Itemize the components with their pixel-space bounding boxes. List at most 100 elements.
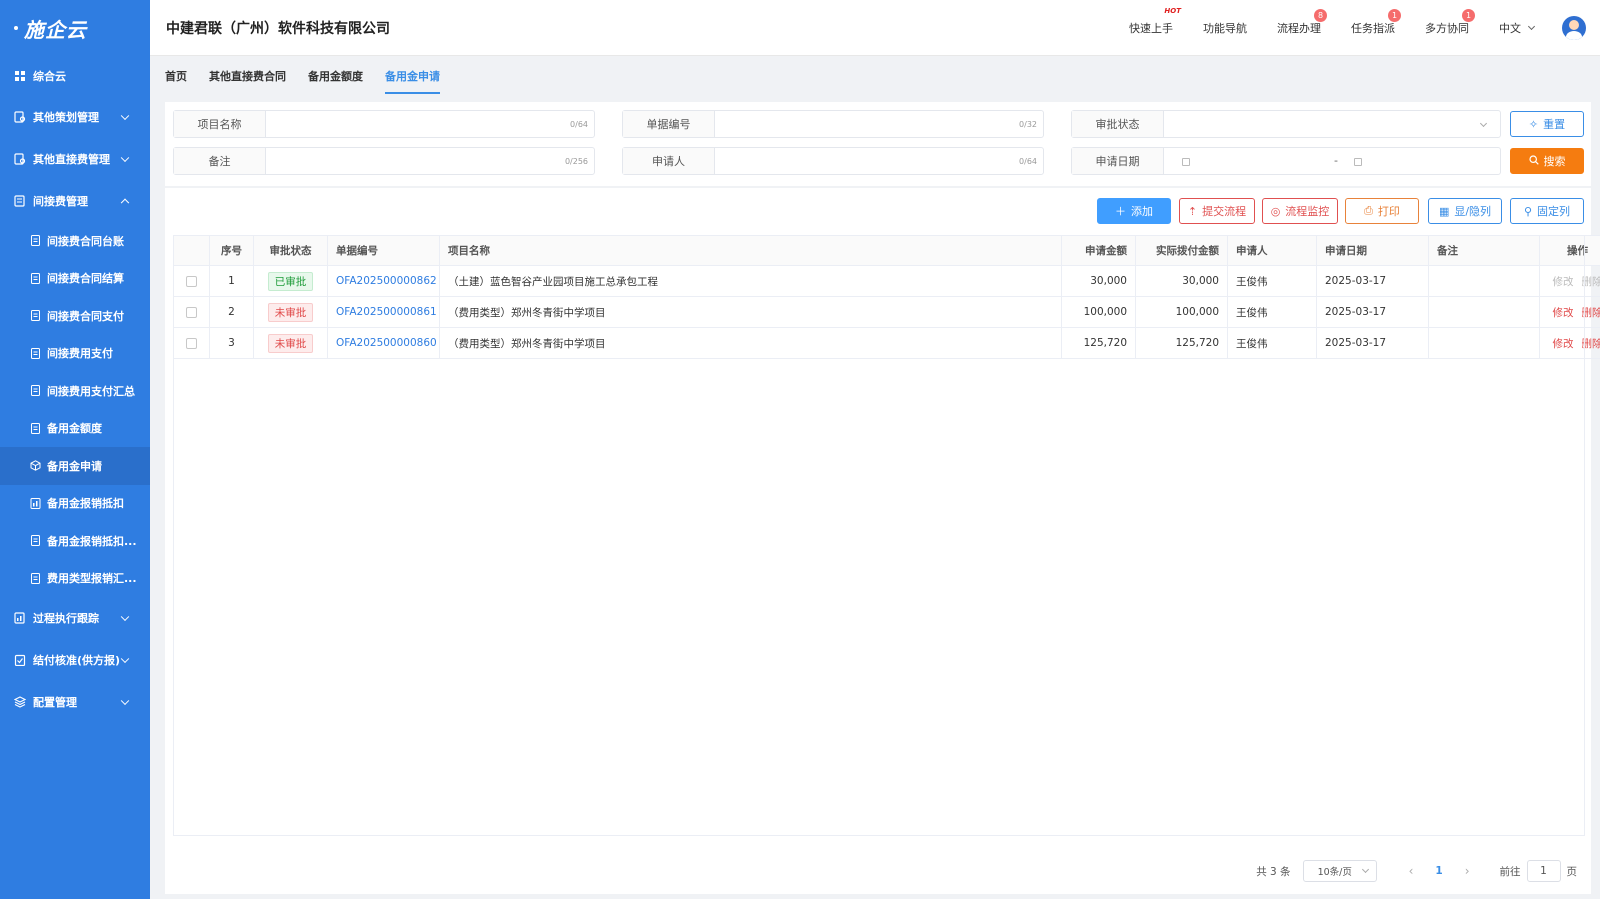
- edit-link[interactable]: 修改: [1553, 307, 1574, 319]
- tab-home[interactable]: 首页: [165, 68, 187, 94]
- cell-amount: 30,000: [1061, 265, 1136, 297]
- applicant-input[interactable]: 0/64: [715, 148, 1043, 174]
- col-header: 备注: [1428, 235, 1540, 266]
- search-panel: 项目名称 0/64 单据编号 0/32 审批状态 ✧ 重置 备注 0/256 申…: [165, 102, 1591, 186]
- top-header: 中建君联（广州）软件科技有限公司 快速上手 HOT 功能导航 流程办理 8 任务…: [150, 0, 1600, 56]
- doc-list-icon: [14, 195, 26, 207]
- table-row: 1 已审批 OFA202500000862 （土建）蓝色智谷产业园项目施工总承包…: [173, 265, 1600, 297]
- doc-link[interactable]: OFA202500000862: [336, 275, 437, 287]
- reset-button[interactable]: ✧ 重置: [1510, 111, 1584, 137]
- sidebar-item-reserve-apply[interactable]: 备用金申请: [0, 447, 150, 485]
- sidebar-item-indirect-contract-pay[interactable]: 间接费合同支付: [0, 297, 150, 335]
- select-all-cell[interactable]: [173, 235, 210, 266]
- page-unit: 页: [1566, 865, 1578, 878]
- project-name-input[interactable]: 0/64: [266, 111, 594, 137]
- page-size-select[interactable]: 10条/页: [1302, 860, 1377, 882]
- delete-link[interactable]: 删除: [1582, 307, 1600, 319]
- sidebar-group-indirect-cost[interactable]: 间接费管理: [0, 180, 150, 222]
- list-panel: ＋ 添加 ⇡ 提交流程 ◎ 流程监控 ⎙ 打印 ▦ 显/隐列 ⚲ 固定列 序号 …: [165, 188, 1600, 894]
- sidebar-item-indirect-cost-summary[interactable]: 间接费用支付汇总: [0, 372, 150, 410]
- nav-label: 快速上手: [1129, 22, 1173, 35]
- count-badge: 1: [1388, 9, 1401, 22]
- columns-icon: ▦: [1438, 204, 1450, 218]
- prev-page-icon[interactable]: ‹: [1409, 864, 1414, 878]
- nav-label: 流程办理: [1277, 22, 1321, 35]
- sidebar-group-planning[interactable]: 其他策划管理: [0, 96, 150, 138]
- col-header: 申请金额: [1061, 235, 1136, 266]
- cell-doc: OFA202500000860: [327, 327, 440, 359]
- apply-date-range[interactable]: -: [1164, 148, 1500, 174]
- sidebar-item-reserve-reimburse-2[interactable]: 备用金报销抵扣...: [0, 522, 150, 560]
- total-count: 共 3 条: [1256, 865, 1291, 878]
- field-label: 审批状态: [1072, 111, 1164, 137]
- sidebar-item-label: 综合云: [33, 70, 66, 83]
- header-nav: 快速上手 HOT 功能导航 流程办理 8 任务指派 1 多方协同 1 中文: [1129, 0, 1600, 56]
- sidebar-item-indirect-ledger[interactable]: 间接费合同台账: [0, 222, 150, 260]
- print-button[interactable]: ⎙ 打印: [1345, 198, 1419, 224]
- row-checkbox[interactable]: [186, 275, 197, 287]
- show-hide-label: 显/隐列: [1454, 205, 1492, 218]
- calendar-icon: [1182, 158, 1190, 166]
- sidebar-item-home[interactable]: 综合云: [0, 56, 150, 96]
- sidebar-item-cost-type-summary[interactable]: 费用类型报销汇...: [0, 560, 150, 598]
- page-number[interactable]: 1: [1435, 865, 1442, 877]
- show-hide-columns-button[interactable]: ▦ 显/隐列: [1428, 198, 1502, 224]
- tab-reserve-quota[interactable]: 备用金额度: [308, 68, 363, 94]
- nav-quick-start[interactable]: 快速上手 HOT: [1129, 7, 1181, 36]
- sidebar-group-config[interactable]: 配置管理: [0, 681, 150, 723]
- sidebar-group-direct-cost[interactable]: 其他直接费管理: [0, 138, 150, 180]
- goto-page-input[interactable]: 1: [1526, 860, 1561, 882]
- language-select[interactable]: 中文: [1499, 20, 1536, 36]
- logo[interactable]: 施企云: [0, 0, 150, 56]
- col-header: 实际拨付金额: [1135, 235, 1228, 266]
- avatar[interactable]: [1562, 16, 1586, 40]
- next-page-icon[interactable]: ›: [1465, 864, 1470, 878]
- page-size-value: 10条/页: [1317, 867, 1352, 878]
- pagination: 共 3 条 10条/页 ‹ 1 › 前往 1 页: [1256, 860, 1577, 882]
- cell-applicant: 王俊伟: [1227, 265, 1317, 297]
- nav-collaboration[interactable]: 多方协同 1: [1425, 9, 1475, 36]
- tab-other-direct-contract[interactable]: 其他直接费合同: [209, 68, 286, 94]
- cell-ops: 修改删除: [1539, 296, 1600, 328]
- remark-input[interactable]: 0/256: [266, 148, 594, 174]
- row-checkbox-cell: [173, 296, 210, 328]
- nav-process[interactable]: 流程办理 8: [1277, 9, 1327, 36]
- cell-remark: [1428, 296, 1540, 328]
- search-button[interactable]: 搜索: [1510, 148, 1584, 174]
- chevron-down-icon: [120, 612, 130, 622]
- doc-link[interactable]: OFA202500000860: [336, 337, 437, 349]
- data-table: 序号 审批状态 单据编号 项目名称 申请金额 实际拨付金额 申请人 申请日期 备…: [173, 235, 1600, 359]
- chevron-down-icon: [120, 111, 130, 121]
- tab-reserve-apply[interactable]: 备用金申请: [385, 68, 440, 94]
- sidebar-item-reserve-quota[interactable]: 备用金额度: [0, 410, 150, 448]
- cell-project: （费用类型）郑州冬青街中学项目: [439, 296, 1062, 328]
- doc-icon: [30, 272, 41, 284]
- add-button[interactable]: ＋ 添加: [1097, 198, 1171, 224]
- submit-flow-button[interactable]: ⇡ 提交流程: [1179, 198, 1255, 224]
- sidebar-group-process-tracking[interactable]: 过程执行跟踪: [0, 597, 150, 639]
- cell-no: 2: [209, 296, 254, 328]
- chevron-up-icon: [120, 198, 130, 208]
- row-checkbox[interactable]: [186, 337, 197, 349]
- fix-column-button[interactable]: ⚲ 固定列: [1510, 198, 1584, 224]
- sidebar-item-indirect-settlement[interactable]: 间接费合同结算: [0, 260, 150, 298]
- edit-link[interactable]: 修改: [1553, 338, 1574, 350]
- language-label: 中文: [1499, 22, 1521, 35]
- nav-task-assign[interactable]: 任务指派 1: [1351, 9, 1401, 36]
- broom-icon: ✧: [1528, 117, 1539, 131]
- sidebar-item-indirect-cost-pay[interactable]: 间接费用支付: [0, 335, 150, 373]
- row-checkbox[interactable]: [186, 306, 197, 318]
- doc-no-input[interactable]: 0/32: [715, 111, 1043, 137]
- print-label: 打印: [1377, 205, 1400, 218]
- flow-monitor-button[interactable]: ◎ 流程监控: [1262, 198, 1338, 224]
- delete-link[interactable]: 删除: [1582, 338, 1600, 350]
- cell-status: 已审批: [253, 265, 328, 297]
- doc-link[interactable]: OFA202500000861: [336, 306, 437, 318]
- sidebar-item-reserve-reimburse[interactable]: 备用金报销抵扣: [0, 485, 150, 523]
- col-header: 申请日期: [1316, 235, 1429, 266]
- approval-status-select[interactable]: [1164, 111, 1500, 137]
- cell-date: 2025-03-17: [1316, 265, 1429, 297]
- sidebar-group-payment-approval[interactable]: 结付核准(供方报): [0, 639, 150, 681]
- nav-function-guide[interactable]: 功能导航: [1203, 20, 1247, 36]
- cell-ops: 修改删除: [1539, 327, 1600, 359]
